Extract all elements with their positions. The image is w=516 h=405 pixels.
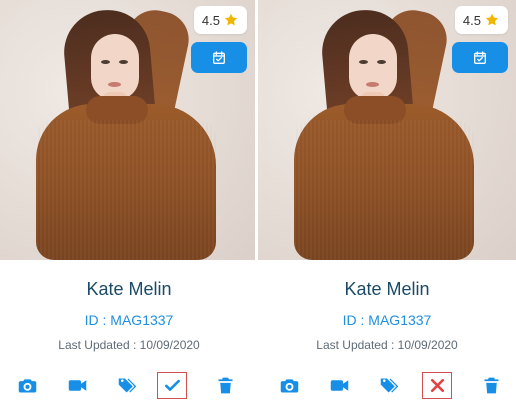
star-icon	[224, 13, 238, 26]
profile-id: ID : MAG1337	[84, 312, 174, 328]
rating-value: 4.5	[462, 12, 481, 28]
left-eye	[101, 60, 110, 64]
last-updated: Last Updated : 10/09/2020	[316, 338, 458, 352]
check-icon	[164, 379, 180, 391]
profile-name: Kate Melin	[86, 279, 172, 299]
calendar-check-icon	[213, 50, 225, 64]
profile-cards-grid: 4.5 Kate Melin ID : MAG1337 Last Updated…	[0, 0, 516, 405]
lips	[108, 82, 121, 87]
camera-icon	[18, 378, 36, 392]
delete-button[interactable]	[210, 371, 240, 399]
camera-button[interactable]	[274, 371, 304, 399]
trash-icon	[484, 377, 498, 393]
last-updated: Last Updated : 10/09/2020	[58, 338, 200, 352]
selected-action-frame	[157, 371, 187, 399]
card-actions	[258, 371, 516, 399]
face	[349, 34, 397, 100]
trash-icon	[218, 377, 232, 393]
profile-name: Kate Melin	[344, 279, 430, 299]
lips	[366, 82, 379, 87]
camera-icon	[280, 378, 298, 392]
video-button[interactable]	[324, 371, 354, 399]
sweater-texture	[36, 120, 216, 260]
right-eye	[119, 60, 128, 64]
tags-icon	[118, 378, 136, 392]
rating-badge: 4.5	[454, 6, 508, 34]
delete-button[interactable]	[476, 371, 506, 399]
rating-value: 4.5	[201, 12, 220, 28]
schedule-button[interactable]	[191, 42, 247, 73]
profile-id: ID : MAG1337	[342, 312, 432, 328]
video-button[interactable]	[62, 371, 92, 399]
selected-action-frame	[422, 371, 452, 399]
right-eye	[377, 60, 386, 64]
reject-button[interactable]	[422, 371, 452, 399]
approve-button[interactable]	[157, 371, 187, 399]
rating-badge: 4.5	[193, 6, 247, 34]
close-icon	[430, 378, 444, 392]
tags-button[interactable]	[112, 371, 142, 399]
left-eye	[359, 60, 368, 64]
face	[91, 34, 139, 100]
card-actions	[0, 371, 258, 399]
camera-button[interactable]	[12, 371, 42, 399]
profile-photo: 4.5	[258, 0, 516, 260]
profile-card: 4.5 Kate Melin ID : MAG1337 Last Updated…	[258, 0, 516, 405]
video-camera-icon	[68, 379, 86, 391]
tags-icon	[380, 378, 398, 392]
star-icon	[485, 13, 499, 26]
profile-photo: 4.5	[0, 0, 255, 260]
calendar-check-icon	[474, 50, 486, 64]
tags-button[interactable]	[374, 371, 404, 399]
profile-card: 4.5 Kate Melin ID : MAG1337 Last Updated…	[0, 0, 258, 405]
sweater-texture	[294, 120, 474, 260]
schedule-button[interactable]	[452, 42, 508, 73]
video-camera-icon	[330, 379, 348, 391]
